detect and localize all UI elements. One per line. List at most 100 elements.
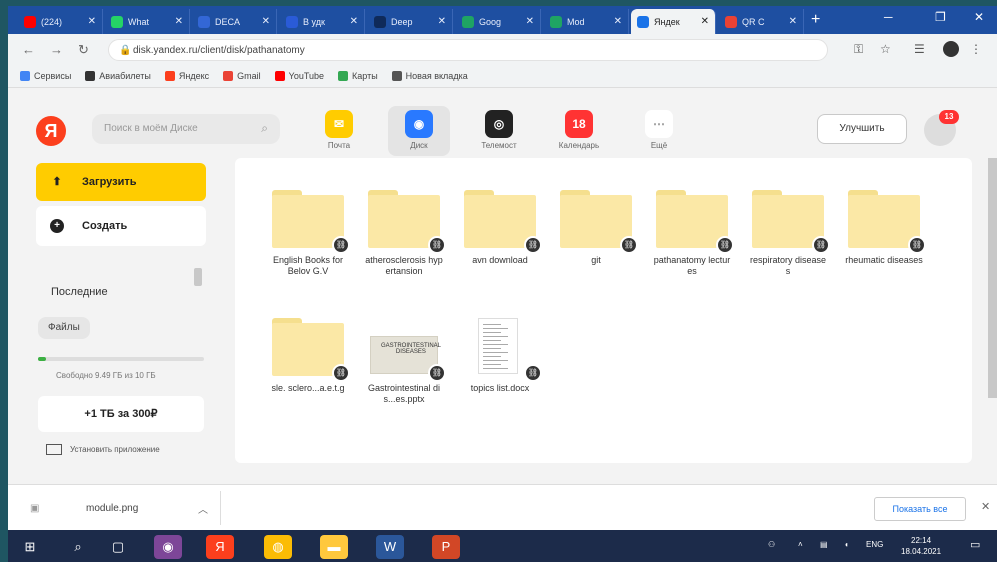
new-tab-button[interactable]: +	[811, 11, 820, 29]
yandex-logo[interactable]: Я	[36, 116, 66, 146]
browser-tab[interactable]: В удк ✕	[280, 9, 365, 34]
close-tab-icon[interactable]: ✕	[262, 16, 270, 27]
chrome-icon[interactable]: ◍	[264, 535, 292, 559]
explorer-icon[interactable]: ▬	[320, 535, 348, 559]
close-tab-icon[interactable]: ✕	[789, 16, 797, 27]
sidebar-item-recent[interactable]: Последние	[51, 286, 108, 298]
close-icon[interactable]: ✕	[981, 500, 990, 513]
minimize-icon[interactable]: ─	[884, 10, 893, 24]
people-icon[interactable]: ⚇	[768, 540, 775, 549]
folder-item[interactable]: ⛓ pathanatomy lectures	[653, 190, 734, 277]
taskview-icon[interactable]: ▢	[104, 535, 132, 559]
network-icon[interactable]: ▤	[820, 540, 828, 549]
yandex-browser-icon[interactable]: Я	[206, 535, 234, 559]
back-icon[interactable]: ←	[22, 42, 35, 57]
close-tab-icon[interactable]: ✕	[88, 16, 96, 27]
lock-icon: 🔒	[119, 45, 132, 56]
service-mail[interactable]: ✉ Почта	[308, 106, 370, 156]
item-name: git	[591, 255, 601, 265]
browser-tab[interactable]: Deep ✕	[368, 9, 453, 34]
system-clock[interactable]: 22:14 18.04.2021	[901, 535, 941, 557]
close-tab-icon[interactable]: ✕	[614, 16, 622, 27]
bookmark-item[interactable]: Новая вкладка	[391, 70, 468, 81]
close-tab-icon[interactable]: ✕	[438, 16, 446, 27]
upload-button[interactable]: ⬆ Загрузить	[36, 163, 206, 201]
tab-title: В удк	[303, 16, 325, 27]
file-item[interactable]: ⛓ topics list.docx	[461, 318, 542, 394]
folder-item[interactable]: ⛓ git	[557, 190, 638, 266]
menu-icon[interactable]: ⋮	[970, 42, 982, 56]
folder-item[interactable]: ⛓ rheumatic diseases	[845, 190, 926, 266]
address-bar[interactable]: 🔒 disk.yandex.ru/client/disk/pathanatomy	[108, 39, 828, 61]
buy-storage-button[interactable]: +1 ТБ за 300₽	[38, 396, 204, 432]
bookmark-item[interactable]: Яндекс	[164, 70, 210, 81]
close-tab-icon[interactable]: ✕	[350, 16, 358, 27]
browser-tab[interactable]: DECA ✕	[192, 9, 277, 34]
tab-favicon	[725, 15, 737, 28]
service-telemost[interactable]: ◎ Телемост	[468, 106, 530, 156]
item-name: Gastrointestinal dis...es.pptx	[367, 383, 441, 404]
plus-icon: +	[50, 219, 64, 233]
bookmark-item[interactable]: Gmail	[223, 70, 261, 81]
word-icon[interactable]: W	[376, 535, 404, 559]
bookmark-label: Яндекс	[178, 70, 210, 81]
chevron-up-icon[interactable]: ˄	[798, 540, 803, 549]
create-button[interactable]: + Создать	[36, 206, 206, 246]
folder-item[interactable]: ⛓ sle. sclero...a.e.t.g	[269, 318, 350, 394]
folder-item[interactable]: ⛓ atherosclerosis hypertansion	[365, 190, 446, 277]
close-tab-icon[interactable]: ✕	[175, 16, 183, 27]
show-all-button[interactable]: Показать все	[874, 497, 966, 521]
browser-tab[interactable]: Mod ✕	[544, 9, 629, 34]
bookmark-label: Авиабилеты	[99, 70, 151, 81]
browser-tab[interactable]: QR C ✕	[719, 9, 804, 34]
bookmark-item[interactable]: Карты	[338, 70, 378, 81]
scrollbar-thumb[interactable]	[194, 268, 202, 286]
sidebar-item-files[interactable]: Файлы	[38, 317, 90, 339]
star-icon[interactable]: ☆	[880, 42, 891, 56]
service-more[interactable]: ⋯ Ещё	[628, 106, 690, 156]
folder-icon: ⛓	[272, 190, 350, 254]
chevron-up-icon[interactable]: ︿	[198, 501, 208, 516]
sidebar-scrollbar[interactable]	[194, 266, 204, 356]
link-icon: ⛓	[332, 364, 350, 382]
powerpoint-icon[interactable]: P	[432, 535, 460, 559]
reload-icon[interactable]: ↻	[78, 42, 89, 58]
page-scrollbar[interactable]	[988, 158, 997, 468]
improve-button[interactable]: Улучшить	[817, 114, 907, 144]
service-calendar[interactable]: 18 Календарь	[548, 106, 610, 156]
profile-avatar[interactable]	[943, 41, 959, 57]
tor-icon[interactable]: ◉	[154, 535, 182, 559]
browser-tab[interactable]: Яндек ✕	[631, 9, 716, 34]
notifications-icon[interactable]: ▭	[970, 538, 980, 551]
browser-tab[interactable]: (224) ✕	[18, 9, 103, 34]
key-icon[interactable]: ⚿	[854, 42, 863, 57]
avatar[interactable]: 13	[924, 110, 959, 146]
maps-icon	[338, 70, 349, 81]
close-tab-icon[interactable]: ✕	[701, 16, 709, 27]
playlist-icon[interactable]: ☰	[914, 42, 925, 56]
service-disk[interactable]: ◉ Диск	[388, 106, 450, 156]
folder-item[interactable]: ⛓ respiratory diseases	[749, 190, 830, 277]
browser-tab[interactable]: Goog ✕	[456, 9, 541, 34]
forward-icon[interactable]: →	[50, 42, 63, 57]
link-icon: ⛓	[812, 236, 830, 254]
volume-icon[interactable]: ◖	[844, 540, 849, 549]
search-icon[interactable]: ⌕	[261, 121, 268, 136]
restore-icon[interactable]: ❐	[935, 10, 946, 24]
search-input[interactable]: Поиск в моём Диске ⌕	[92, 114, 280, 144]
folder-item[interactable]: ⛓ English Books for Belov G.V	[269, 190, 350, 277]
install-app-link[interactable]: Установить приложение	[46, 444, 160, 455]
close-window-icon[interactable]: ✕	[974, 10, 984, 24]
close-tab-icon[interactable]: ✕	[526, 16, 534, 27]
page-scrollbar-thumb[interactable]	[988, 158, 997, 398]
folder-item[interactable]: ⛓ avn download	[461, 190, 542, 266]
bookmark-item[interactable]: Авиабилеты	[85, 70, 151, 81]
browser-tab[interactable]: What ✕	[105, 9, 190, 34]
language-indicator[interactable]: ENG	[866, 540, 883, 549]
windows-icon[interactable]: ⊞	[16, 535, 44, 559]
search-icon[interactable]: ⌕	[64, 535, 92, 559]
download-file-name[interactable]: module.png	[86, 503, 138, 514]
bookmark-item[interactable]: Сервисы	[20, 70, 71, 81]
bookmark-item[interactable]: YouTube	[274, 70, 324, 81]
file-item[interactable]: GASTROINTESTINAL DISEASES ⛓ Gastrointestin…	[365, 318, 446, 405]
